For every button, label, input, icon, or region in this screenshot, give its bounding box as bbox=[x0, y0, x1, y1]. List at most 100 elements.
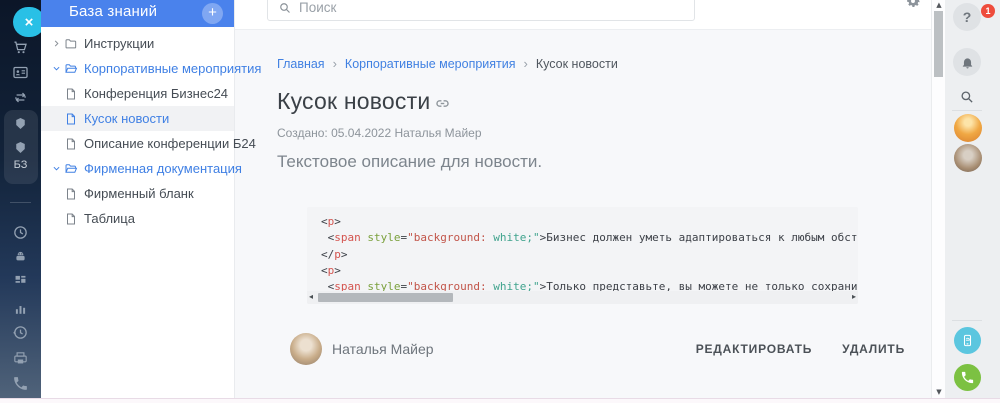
phone-icon bbox=[960, 370, 975, 385]
tree-item-folder[interactable]: Корпоративные мероприятия bbox=[41, 56, 261, 81]
rail-divider bbox=[10, 202, 31, 203]
add-page-button[interactable]: + bbox=[202, 3, 223, 24]
kb-header: База знаний + bbox=[41, 0, 234, 27]
tree-item-label: Таблица bbox=[84, 211, 135, 226]
tree-item-folder[interactable]: Инструкции bbox=[41, 31, 234, 56]
fax-icon[interactable] bbox=[0, 348, 41, 368]
kb-rail-label[interactable]: БЗ bbox=[0, 159, 41, 171]
android-icon[interactable] bbox=[0, 246, 41, 266]
database-icon[interactable] bbox=[0, 137, 41, 157]
mobile-app-button[interactable] bbox=[954, 327, 981, 354]
close-panel-button[interactable]: × bbox=[13, 7, 41, 37]
author-avatar[interactable] bbox=[290, 333, 322, 365]
search-placeholder: Поиск bbox=[299, 0, 337, 15]
tree-item-label: Описание конференции Б24 bbox=[84, 136, 256, 151]
tree-item-label: Фирменная документация bbox=[84, 161, 242, 176]
search-input[interactable]: Поиск bbox=[267, 0, 695, 21]
v-scroll-thumb[interactable] bbox=[934, 11, 943, 77]
tree-item-doc[interactable]: Таблица bbox=[41, 206, 234, 231]
tree-item-doc[interactable]: Конференция Бизнес24 bbox=[41, 81, 234, 106]
scroll-up-icon[interactable]: ▲ bbox=[932, 1, 946, 9]
doc-icon bbox=[64, 212, 78, 226]
time-history-icon[interactable] bbox=[0, 322, 41, 342]
bell-icon bbox=[960, 55, 975, 70]
code-lines: <p> <span style="background: white;">Биз… bbox=[307, 207, 858, 295]
sidebar-divider bbox=[952, 320, 982, 321]
created-line: Создано: 05.04.2022 Наталья Майер bbox=[277, 126, 482, 140]
chevron-down-icon[interactable] bbox=[52, 164, 61, 173]
gear-icon[interactable] bbox=[904, 0, 922, 10]
scroll-right-icon[interactable]: ▸ bbox=[852, 292, 856, 301]
doc-icon bbox=[64, 137, 78, 151]
chevron-down-icon[interactable] bbox=[52, 64, 61, 73]
breadcrumb-item: Кусок новости bbox=[535, 56, 618, 71]
top-bar: Поиск bbox=[235, 0, 931, 30]
edit-button[interactable]: РЕДАКТИРОВАТЬ bbox=[696, 342, 812, 356]
h-scroll-thumb[interactable] bbox=[318, 293, 453, 302]
app-window: × БЗ База знаний + Инструкции Корпоративн… bbox=[0, 0, 1000, 403]
breadcrumb-item[interactable]: Главная bbox=[277, 57, 325, 71]
scroll-left-icon[interactable]: ◂ bbox=[309, 292, 313, 301]
vertical-scrollbar[interactable]: ▲ ▼ bbox=[931, 0, 945, 398]
code-line: </p> bbox=[321, 247, 348, 261]
code-line: <p> bbox=[321, 215, 341, 228]
notifications-button[interactable] bbox=[953, 48, 981, 76]
tree-item-doc[interactable]: Фирменный бланк bbox=[41, 181, 234, 206]
breadcrumb-item[interactable]: Корпоративные мероприятия bbox=[345, 57, 516, 71]
user-avatar[interactable] bbox=[954, 114, 982, 142]
knowledge-base-panel: База знаний + Инструкции Корпоративные ме… bbox=[41, 0, 261, 398]
link-icon[interactable] bbox=[434, 95, 451, 112]
code-line: <span style="background: white;">Бизнес … bbox=[321, 231, 858, 245]
tree-item-label: Инструкции bbox=[84, 36, 155, 51]
tree-item-label: Корпоративные мероприятия bbox=[84, 61, 262, 76]
phone-icon[interactable] bbox=[0, 373, 41, 393]
bottom-strip bbox=[0, 398, 1000, 403]
code-line: <p> bbox=[321, 263, 341, 277]
folder-open-icon bbox=[64, 162, 78, 176]
search-icon bbox=[278, 1, 292, 15]
question-icon: ? bbox=[962, 9, 972, 25]
call-button[interactable] bbox=[954, 364, 981, 391]
sidebar-search-icon[interactable] bbox=[959, 89, 975, 105]
breadcrumb-separator: › bbox=[332, 56, 337, 71]
chevron-right-icon[interactable] bbox=[52, 39, 61, 48]
database-icon[interactable] bbox=[0, 113, 41, 133]
breadcrumb: Главная › Корпоративные мероприятия › Кусок … bbox=[277, 56, 618, 71]
article-actions: РЕДАКТИРОВАТЬ УДАЛИТЬ bbox=[696, 342, 905, 356]
folder-open-icon bbox=[64, 62, 78, 76]
page-title: Кусок новости bbox=[277, 88, 431, 114]
doc-icon bbox=[64, 112, 78, 126]
cart-icon[interactable] bbox=[0, 37, 41, 57]
notification-badge: 1 bbox=[981, 4, 995, 18]
author-name: Наталья Майер bbox=[332, 341, 434, 357]
scroll-down-icon[interactable]: ▼ bbox=[932, 388, 946, 396]
tree-item-label: Конференция Бизнес24 bbox=[84, 86, 229, 101]
right-sidebar: ? 1 bbox=[945, 0, 1000, 398]
sync-icon[interactable] bbox=[0, 87, 41, 107]
mobile-icon bbox=[960, 333, 975, 348]
clock-icon[interactable] bbox=[0, 222, 41, 242]
bar-chart-icon[interactable] bbox=[0, 298, 41, 318]
left-rail: × БЗ bbox=[0, 0, 41, 398]
code-block: <p> <span style="background: white;">Биз… bbox=[307, 207, 858, 304]
tree-item-doc[interactable]: Кусок новости bbox=[41, 106, 234, 131]
tree-item-doc[interactable]: Описание конференции Б24 bbox=[41, 131, 256, 156]
plus-icon: + bbox=[208, 4, 217, 21]
delete-button[interactable]: УДАЛИТЬ bbox=[842, 342, 905, 356]
tree-item-label: Кусок новости bbox=[84, 111, 170, 126]
id-card-icon[interactable] bbox=[0, 62, 41, 82]
kb-title: База знаний bbox=[69, 3, 158, 20]
doc-icon bbox=[64, 187, 78, 201]
tree-item-folder[interactable]: Фирменная документация bbox=[41, 156, 242, 181]
doc-icon bbox=[64, 87, 78, 101]
title-row: Кусок новости bbox=[277, 88, 451, 115]
apps-grid-icon[interactable] bbox=[0, 270, 41, 290]
folder-icon bbox=[64, 37, 78, 51]
user-avatar[interactable] bbox=[954, 144, 982, 172]
sidebar-divider bbox=[952, 110, 982, 111]
article-description: Текстовое описание для новости. bbox=[277, 152, 543, 171]
kb-tree: Инструкции Корпоративные мероприятия Конфе… bbox=[41, 27, 261, 231]
help-button[interactable]: ? 1 bbox=[953, 3, 995, 31]
horizontal-scrollbar[interactable]: ◂ ▸ bbox=[307, 291, 858, 304]
breadcrumb-separator: › bbox=[523, 56, 528, 71]
